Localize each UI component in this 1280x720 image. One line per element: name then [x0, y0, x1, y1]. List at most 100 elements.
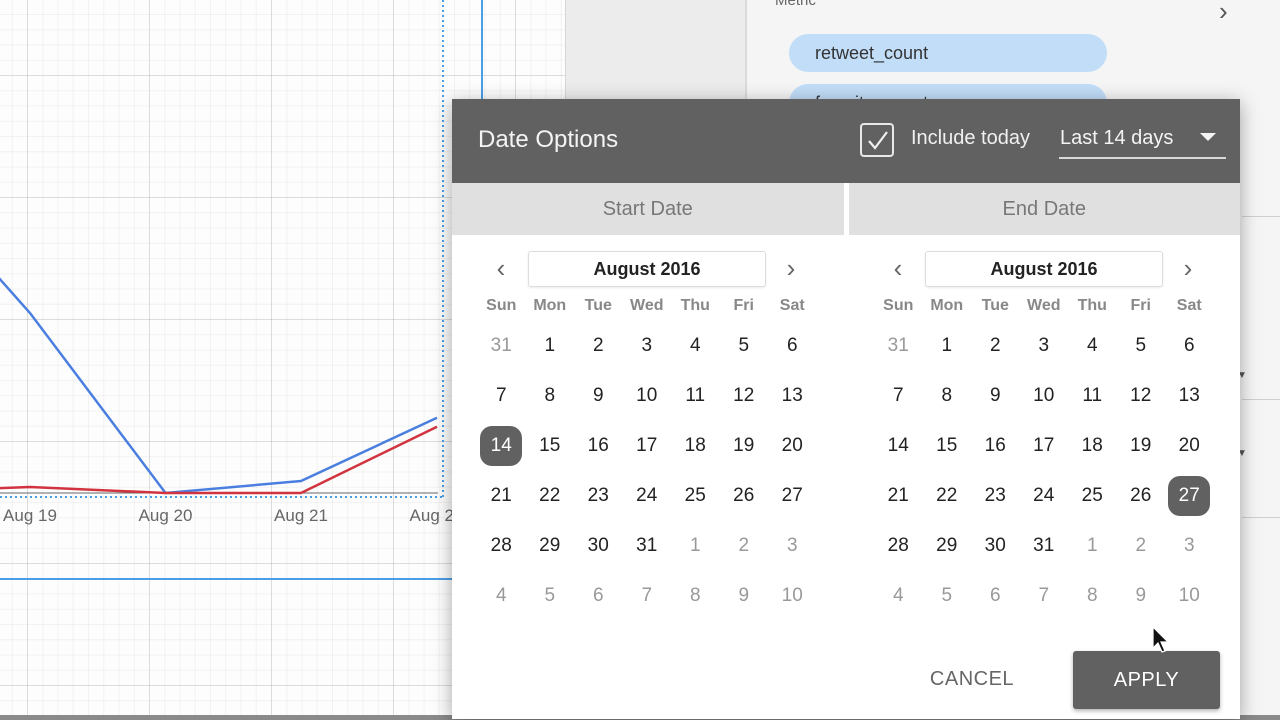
- calendar-day[interactable]: 16: [574, 421, 623, 471]
- include-today-label[interactable]: Include today: [911, 127, 1030, 150]
- calendar-day[interactable]: 25: [1068, 471, 1117, 521]
- calendar-day[interactable]: 28: [874, 521, 923, 571]
- calendar-day[interactable]: 6: [971, 571, 1020, 621]
- calendar-day[interactable]: 20: [768, 421, 817, 471]
- calendar-day[interactable]: 22: [526, 471, 575, 521]
- calendar-day[interactable]: 20: [1165, 421, 1214, 471]
- calendar-day[interactable]: 31: [874, 321, 923, 371]
- calendar-day[interactable]: 23: [574, 471, 623, 521]
- selected-day[interactable]: 27: [1165, 471, 1214, 521]
- month-label[interactable]: August 2016: [528, 251, 766, 287]
- calendar-day[interactable]: 10: [1020, 371, 1069, 421]
- calendar-day[interactable]: 31: [1020, 521, 1069, 571]
- calendar-day[interactable]: 4: [477, 571, 526, 621]
- calendar-day[interactable]: 2: [720, 521, 769, 571]
- calendar-day[interactable]: 3: [623, 321, 672, 371]
- calendar-day[interactable]: 9: [971, 371, 1020, 421]
- calendar-day[interactable]: 15: [923, 421, 972, 471]
- calendar-day[interactable]: 30: [574, 521, 623, 571]
- calendar-day[interactable]: 4: [671, 321, 720, 371]
- calendar-day[interactable]: 18: [1068, 421, 1117, 471]
- calendar-day[interactable]: 24: [1020, 471, 1069, 521]
- calendar-day[interactable]: 21: [477, 471, 526, 521]
- chevron-right-icon[interactable]: ›: [1219, 0, 1228, 27]
- calendar-day[interactable]: 10: [768, 571, 817, 621]
- calendar-day[interactable]: 29: [526, 521, 575, 571]
- calendar-day[interactable]: 29: [923, 521, 972, 571]
- prev-month-button[interactable]: ‹: [886, 255, 910, 281]
- calendar-day[interactable]: 23: [971, 471, 1020, 521]
- calendar-day[interactable]: 16: [971, 421, 1020, 471]
- calendar-day[interactable]: 17: [623, 421, 672, 471]
- calendar-day[interactable]: 11: [1068, 371, 1117, 421]
- calendar-day[interactable]: 10: [623, 371, 672, 421]
- calendar-day[interactable]: 12: [1117, 371, 1166, 421]
- calendar-day[interactable]: 6: [1165, 321, 1214, 371]
- calendar-day[interactable]: 28: [477, 521, 526, 571]
- calendar-day[interactable]: 8: [671, 571, 720, 621]
- metric-chip-retweet-count[interactable]: retweet_count: [789, 34, 1107, 72]
- calendar-day[interactable]: 6: [768, 321, 817, 371]
- calendar-day[interactable]: 5: [923, 571, 972, 621]
- calendar-day[interactable]: 19: [1117, 421, 1166, 471]
- calendar-day[interactable]: 1: [671, 521, 720, 571]
- calendar-day[interactable]: 5: [720, 321, 769, 371]
- next-month-button[interactable]: ›: [1176, 255, 1200, 281]
- calendar-day[interactable]: 27: [768, 471, 817, 521]
- calendar-day[interactable]: 17: [1020, 421, 1069, 471]
- calendar-day[interactable]: 8: [923, 371, 972, 421]
- calendar-day[interactable]: 5: [526, 571, 575, 621]
- calendar-day[interactable]: 30: [971, 521, 1020, 571]
- calendar-day[interactable]: 12: [720, 371, 769, 421]
- calendar-day[interactable]: 7: [874, 371, 923, 421]
- prev-month-button[interactable]: ‹: [489, 255, 513, 281]
- calendar-day[interactable]: 7: [1020, 571, 1069, 621]
- calendar-day[interactable]: 2: [574, 321, 623, 371]
- apply-button[interactable]: APPLY: [1073, 651, 1220, 709]
- calendar-day[interactable]: 4: [874, 571, 923, 621]
- month-label[interactable]: August 2016: [925, 251, 1163, 287]
- calendar-day[interactable]: 7: [477, 371, 526, 421]
- calendar-day[interactable]: 18: [671, 421, 720, 471]
- calendar-day[interactable]: 19: [720, 421, 769, 471]
- calendar-day[interactable]: 10: [1165, 571, 1214, 621]
- calendar-day[interactable]: 24: [623, 471, 672, 521]
- calendar-day[interactable]: 21: [874, 471, 923, 521]
- calendar-day[interactable]: 11: [671, 371, 720, 421]
- calendar-day[interactable]: 26: [1117, 471, 1166, 521]
- calendar-day[interactable]: 6: [574, 571, 623, 621]
- calendar-day[interactable]: 8: [526, 371, 575, 421]
- calendar-day[interactable]: 31: [623, 521, 672, 571]
- selected-day[interactable]: 14: [477, 421, 526, 471]
- calendar-day[interactable]: 3: [768, 521, 817, 571]
- calendar-day[interactable]: 1: [526, 321, 575, 371]
- calendar-day[interactable]: 15: [526, 421, 575, 471]
- calendar-day[interactable]: 25: [671, 471, 720, 521]
- calendar-day[interactable]: 9: [1117, 571, 1166, 621]
- calendar-day[interactable]: 3: [1020, 321, 1069, 371]
- calendar-day[interactable]: 9: [574, 371, 623, 421]
- calendar-day[interactable]: 26: [720, 471, 769, 521]
- calendar-day[interactable]: 9: [720, 571, 769, 621]
- calendar-day[interactable]: 8: [1068, 571, 1117, 621]
- calendar-day[interactable]: 14: [874, 421, 923, 471]
- calendar-day[interactable]: 13: [768, 371, 817, 421]
- tab-end-date[interactable]: End Date: [843, 183, 1240, 235]
- next-month-button[interactable]: ›: [779, 255, 803, 281]
- calendar-day[interactable]: 3: [1165, 521, 1214, 571]
- calendar-day[interactable]: 13: [1165, 371, 1214, 421]
- calendar-day[interactable]: 31: [477, 321, 526, 371]
- series-line-favorite-count[interactable]: [0, 425, 438, 495]
- calendar-day[interactable]: 5: [1117, 321, 1166, 371]
- tab-start-date[interactable]: Start Date: [452, 183, 844, 235]
- cancel-button[interactable]: CANCEL: [912, 653, 1032, 705]
- calendar-day[interactable]: 2: [1117, 521, 1166, 571]
- include-today-checkbox[interactable]: [860, 123, 894, 157]
- calendar-day[interactable]: 1: [1068, 521, 1117, 571]
- calendar-day[interactable]: 2: [971, 321, 1020, 371]
- calendar-day[interactable]: 7: [623, 571, 672, 621]
- calendar-day[interactable]: 22: [923, 471, 972, 521]
- calendar-day[interactable]: 4: [1068, 321, 1117, 371]
- calendar-day[interactable]: 1: [923, 321, 972, 371]
- date-range-select[interactable]: Last 14 days: [1059, 123, 1226, 159]
